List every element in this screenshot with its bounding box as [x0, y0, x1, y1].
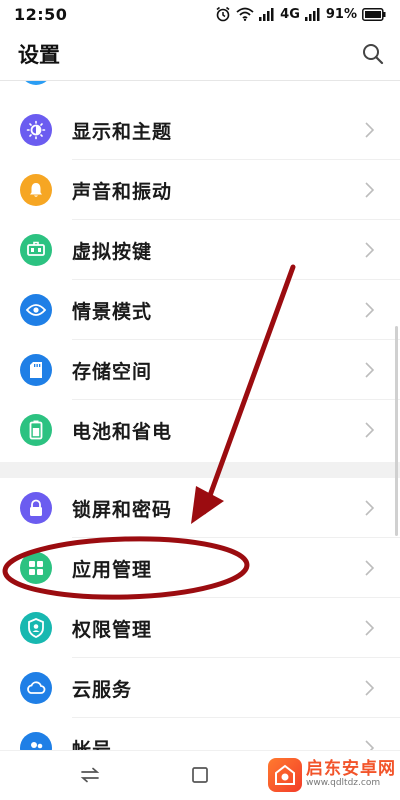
settings-row-label: 声音和振动 [72, 180, 173, 203]
cloud-icon [20, 672, 52, 704]
signal-icon [259, 7, 275, 21]
settings-row-label: 锁屏和密码 [72, 498, 173, 521]
settings-row-cloud[interactable]: 云服务 [0, 658, 400, 718]
settings-row-virtual-keys[interactable]: 虚拟按键 [0, 220, 400, 280]
eye-icon [20, 294, 52, 326]
watermark: 启东安卓网 www.qdltdz.com [268, 755, 396, 795]
settings-row-partial[interactable] [0, 81, 400, 99]
status-time: 12:50 [14, 4, 68, 24]
settings-row-permissions[interactable]: 权限管理 [0, 598, 400, 658]
chevron-right-icon [365, 302, 374, 318]
settings-row-label: 云服务 [72, 678, 133, 701]
settings-row-scene-mode[interactable]: 情景模式 [0, 280, 400, 340]
chevron-right-icon [365, 182, 374, 198]
watermark-title: 启东安卓网 [306, 759, 396, 780]
home-square-icon[interactable] [188, 763, 212, 787]
battery-status-icon [362, 7, 386, 21]
settings-row-label: 权限管理 [72, 618, 153, 641]
status-icons: 4G 91% [215, 6, 386, 22]
grid-icon [20, 552, 52, 584]
settings-row-display[interactable]: 显示和主题 [0, 100, 400, 160]
network-type: 4G [280, 6, 300, 22]
account-icon [20, 732, 52, 750]
battery-percent: 91% [325, 6, 357, 22]
shield-user-icon [20, 612, 52, 644]
lock-icon [20, 492, 52, 524]
settings-screen: 12:50 4G 91% 设置 显示和主题 声音和振动 虚拟按键 情景模式 存储… [0, 0, 400, 800]
settings-row-sound[interactable]: 声音和振动 [0, 160, 400, 220]
scrollbar[interactable] [395, 326, 398, 536]
brightness-icon [20, 114, 52, 146]
settings-row-battery[interactable]: 电池和省电 [0, 400, 400, 460]
chevron-right-icon [365, 680, 374, 696]
wifi-icon [236, 7, 254, 21]
bell-icon [20, 174, 52, 206]
page-title: 设置 [18, 43, 60, 67]
settings-list: 显示和主题 声音和振动 虚拟按键 情景模式 存储空间 电池和省电 锁屏和密码 应… [0, 81, 400, 750]
watermark-logo-icon [268, 758, 302, 792]
settings-row-label: 应用管理 [72, 558, 153, 581]
settings-row-label: 显示和主题 [72, 120, 173, 143]
chevron-right-icon [365, 560, 374, 576]
settings-row-account[interactable]: 帐号 [0, 718, 400, 750]
signal-icon-secondary [304, 7, 321, 21]
sd-card-icon [20, 354, 52, 386]
app-header: 设置 [0, 28, 400, 80]
switch-icon[interactable] [78, 763, 102, 787]
keys-icon [20, 234, 52, 266]
partial-icon [20, 81, 52, 85]
settings-row-label: 电池和省电 [72, 420, 173, 443]
settings-row-storage[interactable]: 存储空间 [0, 340, 400, 400]
battery-icon [20, 414, 52, 446]
settings-row-lockscreen[interactable]: 锁屏和密码 [0, 478, 400, 538]
chevron-right-icon [365, 122, 374, 138]
chevron-right-icon [365, 500, 374, 516]
chevron-right-icon [365, 362, 374, 378]
watermark-text: 启东安卓网 www.qdltdz.com [306, 759, 396, 789]
chevron-right-icon [365, 740, 374, 750]
status-bar: 12:50 4G 91% [0, 0, 400, 28]
watermark-url: www.qdltdz.com [306, 778, 381, 789]
settings-row-label: 存储空间 [72, 360, 153, 383]
settings-row-label: 帐号 [72, 738, 113, 751]
alarm-icon [215, 6, 231, 22]
settings-row-app-management[interactable]: 应用管理 [0, 538, 400, 598]
settings-row-label: 情景模式 [72, 300, 153, 323]
chevron-right-icon [365, 422, 374, 438]
section-divider [0, 462, 400, 478]
chevron-right-icon [365, 620, 374, 636]
chevron-right-icon [365, 242, 374, 258]
search-icon[interactable] [362, 43, 384, 65]
settings-row-label: 虚拟按键 [72, 240, 153, 263]
